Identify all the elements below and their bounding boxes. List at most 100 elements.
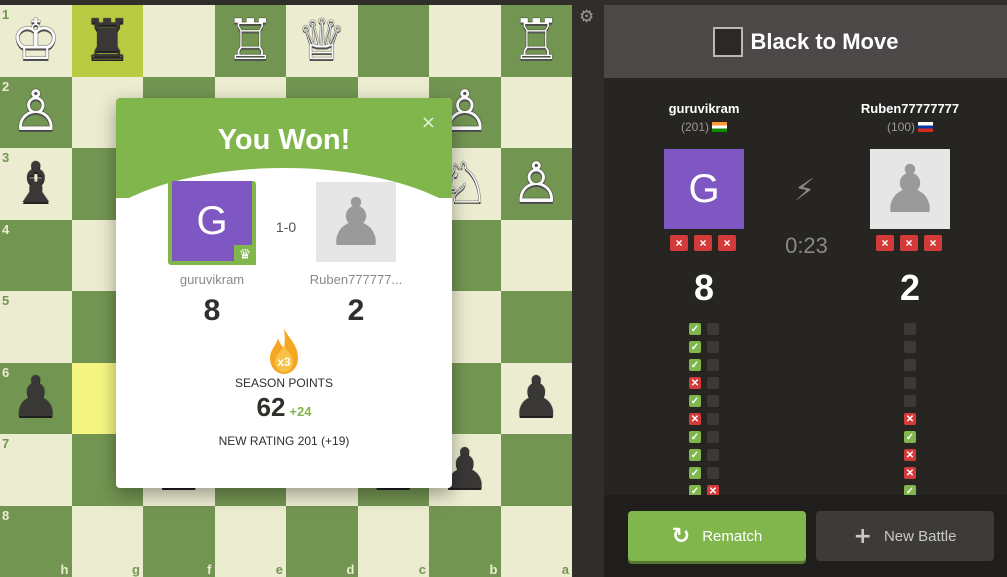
rematch-icon: ↻ (671, 523, 691, 549)
check-icon: ✓ (689, 431, 701, 443)
square-h3[interactable]: 3 ♝ (0, 148, 72, 220)
player-one-name[interactable]: guruvikram (644, 101, 764, 116)
square-a8[interactable]: a (500, 505, 572, 577)
square-h5[interactable]: 5 (0, 291, 72, 363)
check-icon: ✓ (689, 467, 701, 479)
player-two-results: ✕ ✓ ✕ ✕ ✓ (904, 323, 916, 499)
gear-icon[interactable]: ⚙ (579, 7, 594, 27)
russia-flag-icon (918, 122, 933, 132)
file-label: a (561, 562, 569, 577)
square-a1[interactable]: ♖ (500, 5, 573, 77)
square-a2[interactable] (500, 76, 572, 148)
square-c1[interactable] (357, 5, 429, 77)
square-e8[interactable]: e (214, 505, 286, 577)
square-b8[interactable]: b (429, 505, 501, 577)
square-a5[interactable] (500, 291, 572, 363)
result-row: ✕ (904, 449, 916, 463)
square-a4[interactable] (500, 219, 572, 291)
square-h4[interactable]: 4 (0, 219, 72, 291)
file-label: d (346, 562, 355, 577)
chess-piece[interactable]: ♖ (215, 5, 287, 77)
lightning-bolt-icon: ⚡ (794, 173, 816, 208)
square-h1[interactable]: 1 ♔ (0, 5, 72, 77)
square-f1[interactable] (143, 5, 215, 77)
square-h2[interactable]: 2 ♙ (0, 76, 72, 149)
india-flag-icon (712, 122, 727, 132)
check-icon: ✓ (689, 323, 701, 335)
result-row: ✕ (904, 413, 916, 427)
square-h6[interactable]: 6 ♟ (0, 362, 72, 435)
chess-piece[interactable]: ♕ (286, 5, 358, 77)
file-label: c (418, 562, 426, 577)
chess-piece[interactable]: ♙ (0, 77, 72, 149)
player-one-score: 8 (693, 267, 715, 308)
player-one-avatar[interactable]: G (664, 149, 744, 229)
chess-piece[interactable]: ♙ (501, 148, 573, 220)
square-h7[interactable]: 7 (0, 434, 72, 506)
square-e1[interactable]: ♖ (214, 5, 287, 77)
cross-icon: ✕ (904, 413, 916, 425)
new-battle-label: New Battle (883, 527, 957, 545)
square-a7[interactable] (500, 434, 572, 506)
player-one-strikes: × × × (670, 235, 736, 251)
chess-piece[interactable]: ♔ (0, 5, 72, 77)
season-points-row: 62 +24 (116, 392, 452, 423)
player-two-strikes: × × × (876, 235, 942, 251)
rematch-button[interactable]: ↻ Rematch (628, 511, 806, 561)
result-row: ✕ (689, 377, 719, 391)
turn-text: Black to Move (750, 28, 899, 54)
square-b1[interactable] (429, 5, 501, 77)
player-two-avatar[interactable]: ♟ (870, 149, 950, 229)
square-g8[interactable]: g (71, 505, 143, 577)
strike-icon: × (924, 235, 942, 251)
result-row (904, 359, 916, 373)
square-d1[interactable]: ♕ (286, 5, 358, 77)
square-h8[interactable]: 8h (0, 505, 72, 577)
result-row: ✓ (689, 359, 719, 373)
empty-slot (707, 413, 719, 425)
modal-player-one-score: 8 (203, 294, 221, 327)
square-f8[interactable]: f (143, 505, 215, 577)
square-a6[interactable]: ♟ (500, 362, 573, 435)
chess-piece[interactable]: ♝ (0, 148, 72, 220)
player-one-results: ✓ ✓ ✓ ✕ ✓ ✕ ✓ ✓ ✓ ✓ ✕ (689, 323, 719, 499)
file-label: e (275, 562, 283, 577)
rank-label: 7 (2, 436, 10, 451)
plus-icon: + (853, 523, 872, 549)
strike-icon: × (694, 235, 712, 251)
modal-player-one-name: guruvikram (179, 272, 245, 287)
result-row: ✓ (689, 431, 719, 445)
winner-avatar[interactable]: G ♛ (168, 181, 256, 265)
cross-icon: ✕ (689, 413, 701, 425)
empty-slot (707, 377, 719, 389)
rank-label: 5 (2, 293, 10, 308)
strike-icon: × (670, 235, 688, 251)
empty-slot (904, 377, 916, 389)
player-two-info: Ruben77777777 (100) (850, 101, 970, 134)
file-label: g (132, 562, 140, 577)
chess-piece[interactable]: ♟ (0, 363, 72, 435)
new-battle-button[interactable]: + New Battle (816, 511, 994, 561)
player-two-score: 2 (899, 267, 921, 308)
square-c8[interactable]: c (357, 505, 429, 577)
square-a3[interactable]: ♙ (500, 148, 573, 220)
chess-piece[interactable]: ♟ (501, 363, 573, 435)
result-row (904, 395, 916, 409)
empty-slot (904, 341, 916, 353)
chess-piece[interactable]: ♖ (501, 5, 573, 77)
player-two-name[interactable]: Ruben77777777 (850, 101, 970, 116)
chess-piece[interactable]: ♜ (72, 5, 144, 77)
rank-label: 8 (2, 507, 10, 523)
player-two-rating: (100) (886, 120, 915, 134)
player-one-rating-line: (201) (644, 120, 764, 134)
loser-avatar[interactable]: ♟ (316, 182, 396, 262)
action-bar: ↻ Rematch + New Battle (604, 495, 1007, 577)
square-g1[interactable]: ♜ (71, 5, 144, 77)
file-label: b (489, 562, 498, 577)
square-d8[interactable]: d (286, 505, 358, 577)
rematch-label: Rematch (702, 527, 763, 545)
flame-multiplier-icon: x3 (266, 326, 302, 376)
close-icon[interactable]: × (421, 112, 436, 133)
empty-slot (707, 431, 719, 443)
result-row: ✕ (689, 413, 719, 427)
